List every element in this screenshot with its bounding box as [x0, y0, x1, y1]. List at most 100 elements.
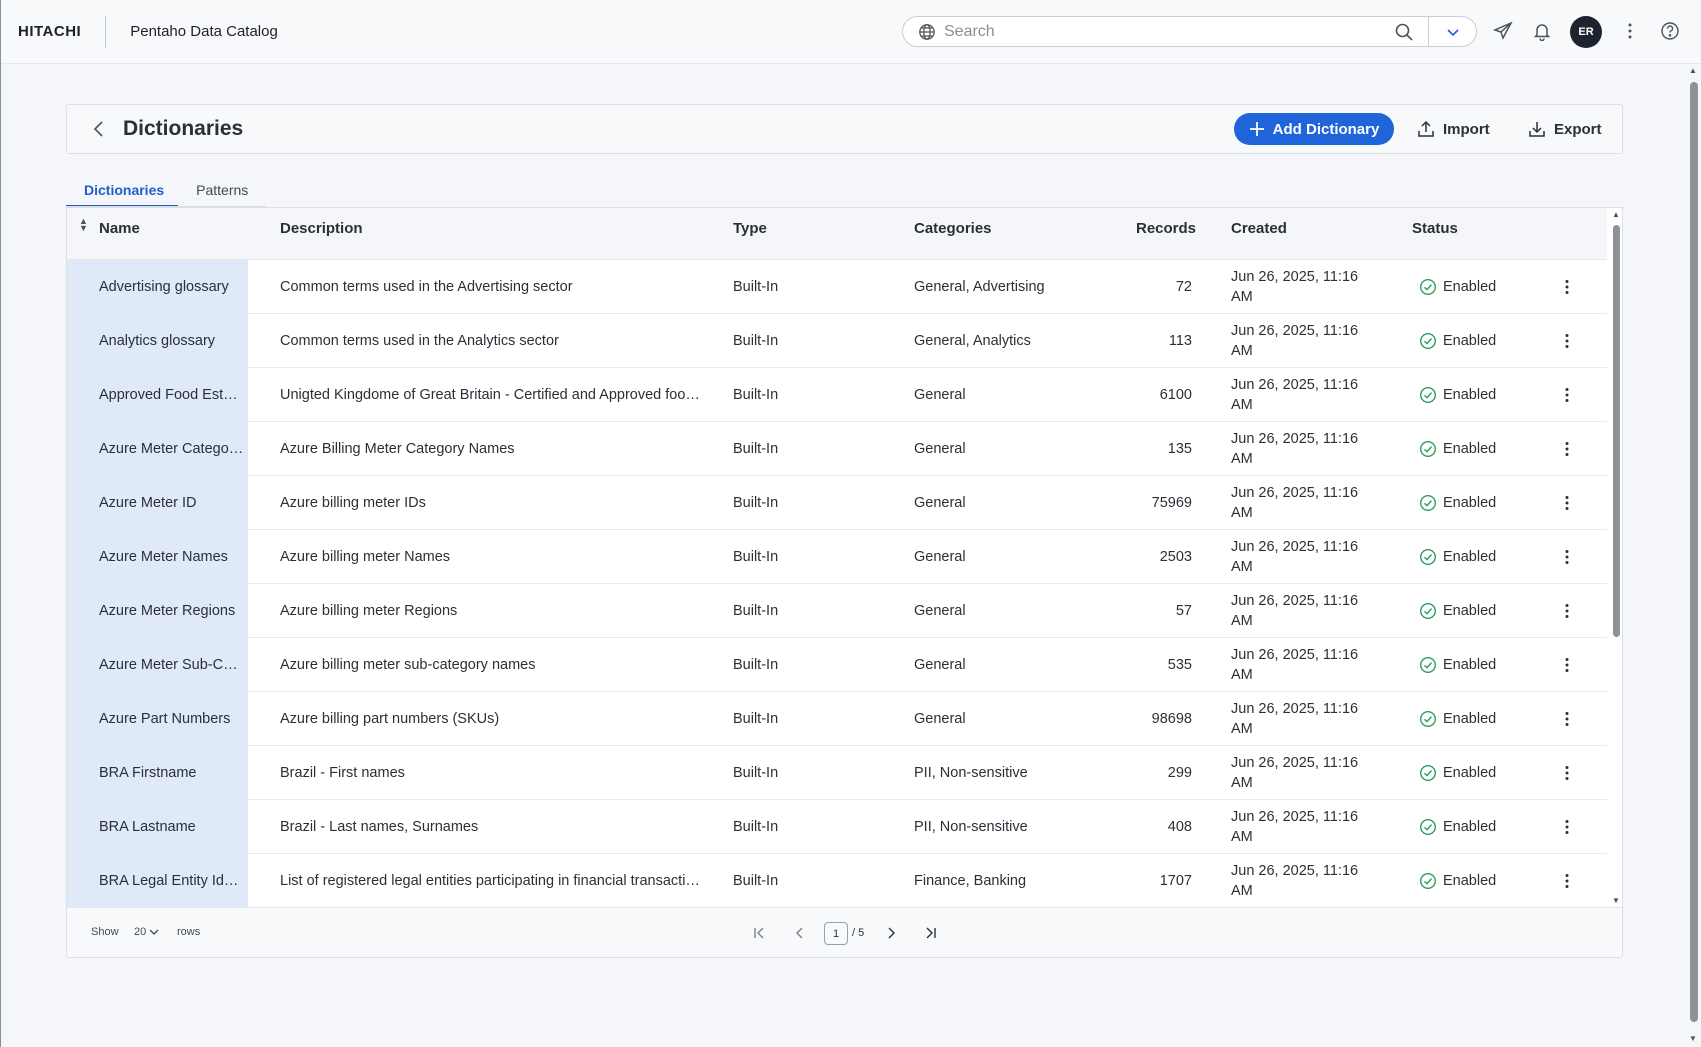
plus-icon: [1249, 122, 1264, 136]
page-scroll-down-arrow[interactable]: ▼: [1689, 1034, 1697, 1043]
check-circle-icon: [1419, 872, 1437, 890]
page-scrollbar-thumb[interactable]: [1690, 82, 1698, 1022]
cell-records: 299: [1167, 765, 1192, 781]
more-vertical-icon[interactable]: [1620, 21, 1640, 41]
column-header-status[interactable]: Status: [1412, 220, 1458, 237]
cell-name[interactable]: Analytics glossary: [67, 314, 248, 368]
cell-name[interactable]: Approved Food Est…: [67, 368, 248, 422]
import-button[interactable]: Import: [1417, 113, 1490, 145]
sort-icon[interactable]: ▲ ▼: [79, 217, 88, 233]
column-header-categories[interactable]: Categories: [914, 220, 992, 237]
table-row[interactable]: Azure Meter Catego… Azure Billing Meter …: [67, 422, 1607, 476]
status-label: Enabled: [1443, 873, 1497, 889]
row-actions-icon[interactable]: [1557, 331, 1577, 351]
table-row[interactable]: BRA Legal Entity Id… List of registered …: [67, 854, 1607, 908]
search-icon[interactable]: [1394, 22, 1414, 42]
scroll-up-arrow[interactable]: ▲: [1612, 210, 1620, 219]
cell-created: Jun 26, 2025, 11:16 AM: [1231, 323, 1359, 359]
cell-name[interactable]: BRA Lastname: [67, 800, 248, 854]
row-actions-icon[interactable]: [1557, 817, 1577, 837]
cell-status: Enabled: [1419, 422, 1496, 476]
cell-description: Azure Billing Meter Category Names: [280, 441, 515, 457]
column-header-created[interactable]: Created: [1231, 220, 1287, 237]
cell-name[interactable]: Azure Meter Names: [67, 530, 248, 584]
table-row[interactable]: Analytics glossary Common terms used in …: [67, 314, 1607, 368]
export-button[interactable]: Export: [1528, 113, 1602, 145]
column-header-type[interactable]: Type: [733, 220, 767, 237]
search-box[interactable]: [902, 16, 1477, 47]
check-circle-icon: [1419, 656, 1437, 674]
table-row[interactable]: Azure Part Numbers Azure billing part nu…: [67, 692, 1607, 746]
table-row[interactable]: Advertising glossary Common terms used i…: [67, 260, 1607, 314]
cell-categories: General, Analytics: [914, 333, 1031, 349]
next-page-icon[interactable]: [883, 925, 899, 941]
row-actions-icon[interactable]: [1557, 439, 1577, 459]
page-scroll-up-arrow[interactable]: ▲: [1689, 66, 1697, 75]
last-page-icon[interactable]: [922, 925, 938, 941]
status-label: Enabled: [1443, 657, 1497, 673]
search-input[interactable]: [944, 22, 1394, 41]
cell-name[interactable]: Advertising glossary: [67, 260, 248, 314]
page-size-select[interactable]: 20: [134, 926, 160, 938]
cell-type: Built-In: [733, 657, 779, 673]
cell-records: 1707: [1159, 873, 1192, 889]
tab-bar: Dictionaries Patterns: [66, 178, 262, 207]
column-header-name[interactable]: Name: [99, 220, 140, 237]
table-scrollbar-thumb[interactable]: [1613, 225, 1620, 637]
row-actions-icon[interactable]: [1557, 655, 1577, 675]
bell-icon[interactable]: [1532, 21, 1552, 41]
app-name[interactable]: Pentaho Data Catalog: [130, 23, 278, 40]
check-circle-icon: [1419, 332, 1437, 350]
cell-description: Azure billing meter sub-category names: [280, 657, 536, 673]
cell-name[interactable]: Azure Meter ID: [67, 476, 248, 530]
help-icon[interactable]: [1660, 21, 1680, 41]
cell-created: Jun 26, 2025, 11:16 AM: [1231, 269, 1359, 305]
previous-page-icon[interactable]: [792, 925, 808, 941]
row-actions-icon[interactable]: [1557, 709, 1577, 729]
cell-name[interactable]: Azure Part Numbers: [67, 692, 248, 746]
cell-name[interactable]: BRA Firstname: [67, 746, 248, 800]
cell-categories: PII, Non-sensitive: [914, 765, 1028, 781]
column-header-description[interactable]: Description: [280, 220, 363, 237]
column-header-records[interactable]: Records: [1136, 220, 1196, 237]
table-row[interactable]: Azure Meter ID Azure billing meter IDs B…: [67, 476, 1607, 530]
table-row[interactable]: BRA Lastname Brazil - Last names, Surnam…: [67, 800, 1607, 854]
first-page-icon[interactable]: [752, 925, 768, 941]
cell-records: 408: [1167, 819, 1192, 835]
cell-name[interactable]: Azure Meter Sub-C…: [67, 638, 248, 692]
current-page-input[interactable]: 1: [824, 922, 848, 945]
page-scrollbar[interactable]: ▲ ▼: [1686, 64, 1701, 1047]
table-row[interactable]: Azure Meter Sub-C… Azure billing meter s…: [67, 638, 1607, 692]
row-actions-icon[interactable]: [1557, 385, 1577, 405]
tab-dictionaries[interactable]: Dictionaries: [66, 178, 179, 207]
cell-categories: General, Advertising: [914, 279, 1045, 295]
cell-created: Jun 26, 2025, 11:16 AM: [1231, 863, 1359, 899]
table-row[interactable]: Approved Food Est… Unigted Kingdome of G…: [67, 368, 1607, 422]
table-scrollbar[interactable]: ▲ ▼: [1610, 208, 1622, 907]
chevron-down-icon[interactable]: [1445, 24, 1461, 40]
row-actions-icon[interactable]: [1557, 493, 1577, 513]
table-row[interactable]: Azure Meter Regions Azure billing meter …: [67, 584, 1607, 638]
row-actions-icon[interactable]: [1557, 763, 1577, 783]
row-actions-icon[interactable]: [1557, 277, 1577, 297]
cell-records: 135: [1167, 441, 1192, 457]
row-actions-icon[interactable]: [1557, 871, 1577, 891]
brand-divider: [105, 15, 107, 48]
table-row[interactable]: BRA Firstname Brazil - First names Built…: [67, 746, 1607, 800]
row-actions-icon[interactable]: [1557, 547, 1577, 567]
cell-status: Enabled: [1419, 584, 1496, 638]
add-dictionary-button[interactable]: Add Dictionary: [1234, 113, 1394, 145]
back-arrow-icon[interactable]: [89, 119, 109, 139]
avatar[interactable]: ER: [1570, 16, 1602, 48]
tab-patterns[interactable]: Patterns: [178, 178, 262, 207]
table-row[interactable]: Azure Meter Names Azure billing meter Na…: [67, 530, 1607, 584]
cell-name[interactable]: Azure Meter Regions: [67, 584, 248, 638]
cell-categories: General: [914, 387, 966, 403]
row-actions-icon[interactable]: [1557, 601, 1577, 621]
logo[interactable]: HITACHI: [18, 23, 81, 40]
scroll-down-arrow[interactable]: ▼: [1612, 896, 1620, 905]
globe-icon[interactable]: [918, 23, 936, 41]
cell-name[interactable]: Azure Meter Catego…: [67, 422, 248, 476]
send-icon[interactable]: [1493, 21, 1513, 41]
cell-name[interactable]: BRA Legal Entity Id…: [67, 854, 248, 908]
